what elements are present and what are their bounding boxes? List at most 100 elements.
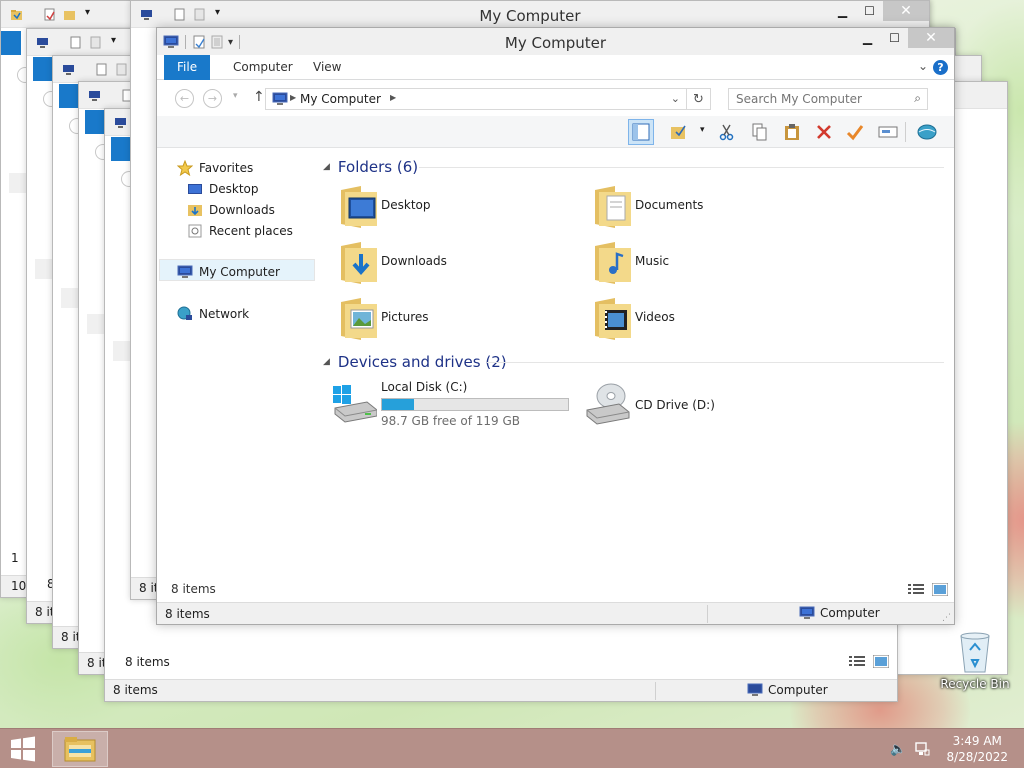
file-tab[interactable] <box>59 84 79 108</box>
file-tab[interactable] <box>111 137 131 161</box>
large-icons-view-icon[interactable] <box>932 583 948 596</box>
status-zone: Computer <box>747 683 828 697</box>
start-button[interactable] <box>0 729 46 768</box>
view-switcher <box>849 655 889 668</box>
system-clock[interactable]: 3:49 AM 8/28/2022 <box>932 733 1024 765</box>
folder-label: Videos <box>635 310 675 324</box>
search-box[interactable]: ⌕ <box>728 88 928 110</box>
nav-item-desktop[interactable]: Desktop <box>187 179 259 199</box>
recycle-bin-shortcut[interactable]: Recycle Bin <box>940 630 1010 691</box>
computer-icon <box>63 65 74 75</box>
folder-label: Music <box>635 254 670 268</box>
properties-icon <box>96 63 107 76</box>
nav-item-label: Desktop <box>209 182 259 196</box>
network-status-icon[interactable] <box>912 739 932 759</box>
search-icon[interactable]: ⌕ <box>914 91 921 106</box>
system-tray: 🔈 3:49 AM 8/28/2022 <box>884 729 1024 768</box>
music-folder-icon <box>595 242 631 284</box>
scissors-icon <box>719 124 734 141</box>
tab-file[interactable]: File <box>164 55 211 80</box>
details-view-icon[interactable] <box>849 655 865 668</box>
minimize-button[interactable]: ▁ <box>829 1 856 21</box>
back-button[interactable]: ← <box>175 89 194 108</box>
forward-button[interactable]: → <box>203 89 222 108</box>
folder-tile-videos[interactable]: Videos <box>585 294 835 346</box>
inner-status-text: 8 items <box>171 582 216 596</box>
preview-pane-button[interactable] <box>628 119 654 145</box>
explorer-window[interactable]: ▾ My Computer ▁ ☐ ✕ File Computer View ⌄… <box>156 27 955 625</box>
recycle-bin-label: Recycle Bin <box>940 677 1010 691</box>
paste-button[interactable] <box>779 119 805 145</box>
up-arrow-icon[interactable]: ↑ <box>253 89 265 105</box>
drives-group-header[interactable]: ◢ Devices and drives (2) <box>323 352 507 372</box>
group-divider <box>487 362 944 363</box>
file-tab[interactable] <box>85 110 105 134</box>
select-button[interactable] <box>842 119 868 145</box>
drive-tile-local-disk[interactable]: Local Disk (C:) 98.7 GB free of 119 GB <box>331 378 581 434</box>
network-button[interactable] <box>914 119 940 145</box>
tab-view[interactable]: View <box>300 55 354 80</box>
nav-item-favorites[interactable]: Favorites <box>177 158 253 178</box>
file-tab[interactable] <box>1 31 21 55</box>
address-bar[interactable]: ▶ My Computer ▶ ⌄ <box>265 88 687 110</box>
drive-label: Local Disk (C:) <box>381 380 468 394</box>
tab-computer[interactable]: Computer <box>220 55 306 80</box>
folder-tile-desktop[interactable]: Desktop <box>331 182 581 234</box>
title-bar[interactable]: ▾ My Computer ▁ ☐ ✕ <box>157 28 954 55</box>
nav-item-downloads[interactable]: Downloads <box>187 200 275 220</box>
nav-item-network[interactable]: Network <box>177 304 249 324</box>
collapse-triangle-icon[interactable]: ◢ <box>323 162 330 172</box>
refresh-button[interactable]: ↻ <box>687 88 711 110</box>
documents-folder-icon <box>595 186 631 228</box>
large-icons-view-icon[interactable] <box>873 655 889 668</box>
folder-tile-downloads[interactable]: Downloads <box>331 238 581 290</box>
breadcrumb[interactable]: My Computer <box>300 92 381 106</box>
group-header-label: Devices and drives (2) <box>337 353 507 371</box>
maximize-button[interactable]: ☐ <box>856 1 883 21</box>
status-zone: Computer <box>799 606 880 620</box>
delete-button[interactable] <box>811 119 837 145</box>
desktop-icon <box>188 184 202 194</box>
collapse-triangle-icon[interactable]: ◢ <box>323 357 330 367</box>
new-folder-icon <box>116 63 127 76</box>
close-button[interactable]: ✕ <box>908 28 954 48</box>
view-switcher <box>908 583 948 596</box>
resize-grip-icon[interactable]: ⋰ <box>942 613 951 623</box>
properties-dropdown-icon[interactable]: ▾ <box>700 125 705 135</box>
breadcrumb-separator-icon[interactable]: ▶ <box>290 93 296 102</box>
recent-locations-chevron-icon[interactable]: ▾ <box>233 91 238 101</box>
folder-tile-pictures[interactable]: Pictures <box>331 294 581 346</box>
folder-tile-documents[interactable]: Documents <box>585 182 835 234</box>
maximize-button[interactable]: ☐ <box>881 28 908 48</box>
details-view-icon[interactable] <box>908 583 924 596</box>
address-dropdown-icon[interactable]: ⌄ <box>671 92 680 105</box>
help-button[interactable]: ? <box>933 60 948 75</box>
properties-button[interactable] <box>666 119 692 145</box>
nav-item-label: Downloads <box>209 203 275 217</box>
window-title: My Computer <box>479 7 581 25</box>
new-folder-icon <box>90 36 101 49</box>
expand-ribbon-chevron-icon[interactable]: ⌄ <box>918 59 928 73</box>
downloads-folder-icon <box>188 205 202 216</box>
copy-button[interactable] <box>747 119 773 145</box>
copy-icon <box>752 123 767 141</box>
search-input[interactable] <box>729 89 899 109</box>
folder-tile-music[interactable]: Music <box>585 238 835 290</box>
computer-icon <box>272 92 288 105</box>
nav-item-recent-places[interactable]: Recent places <box>187 221 293 241</box>
drive-tile-cd[interactable]: CD Drive (D:) <box>585 378 835 434</box>
minimize-button[interactable]: ▁ <box>854 28 881 48</box>
cut-button[interactable] <box>714 119 740 145</box>
breadcrumb-separator-icon[interactable]: ▶ <box>390 93 396 102</box>
rename-icon <box>878 126 898 138</box>
file-tab[interactable] <box>33 57 53 81</box>
volume-icon[interactable]: 🔈 <box>888 739 908 759</box>
computer-icon <box>89 91 100 101</box>
file-explorer-taskbar-button[interactable] <box>52 731 108 767</box>
computer-icon <box>747 683 763 696</box>
rename-button[interactable] <box>875 119 901 145</box>
folders-group-header[interactable]: ◢ Folders (6) <box>323 157 418 177</box>
computer-icon <box>115 118 126 128</box>
nav-item-my-computer[interactable]: My Computer <box>177 262 280 282</box>
close-button[interactable]: ✕ <box>883 1 929 21</box>
